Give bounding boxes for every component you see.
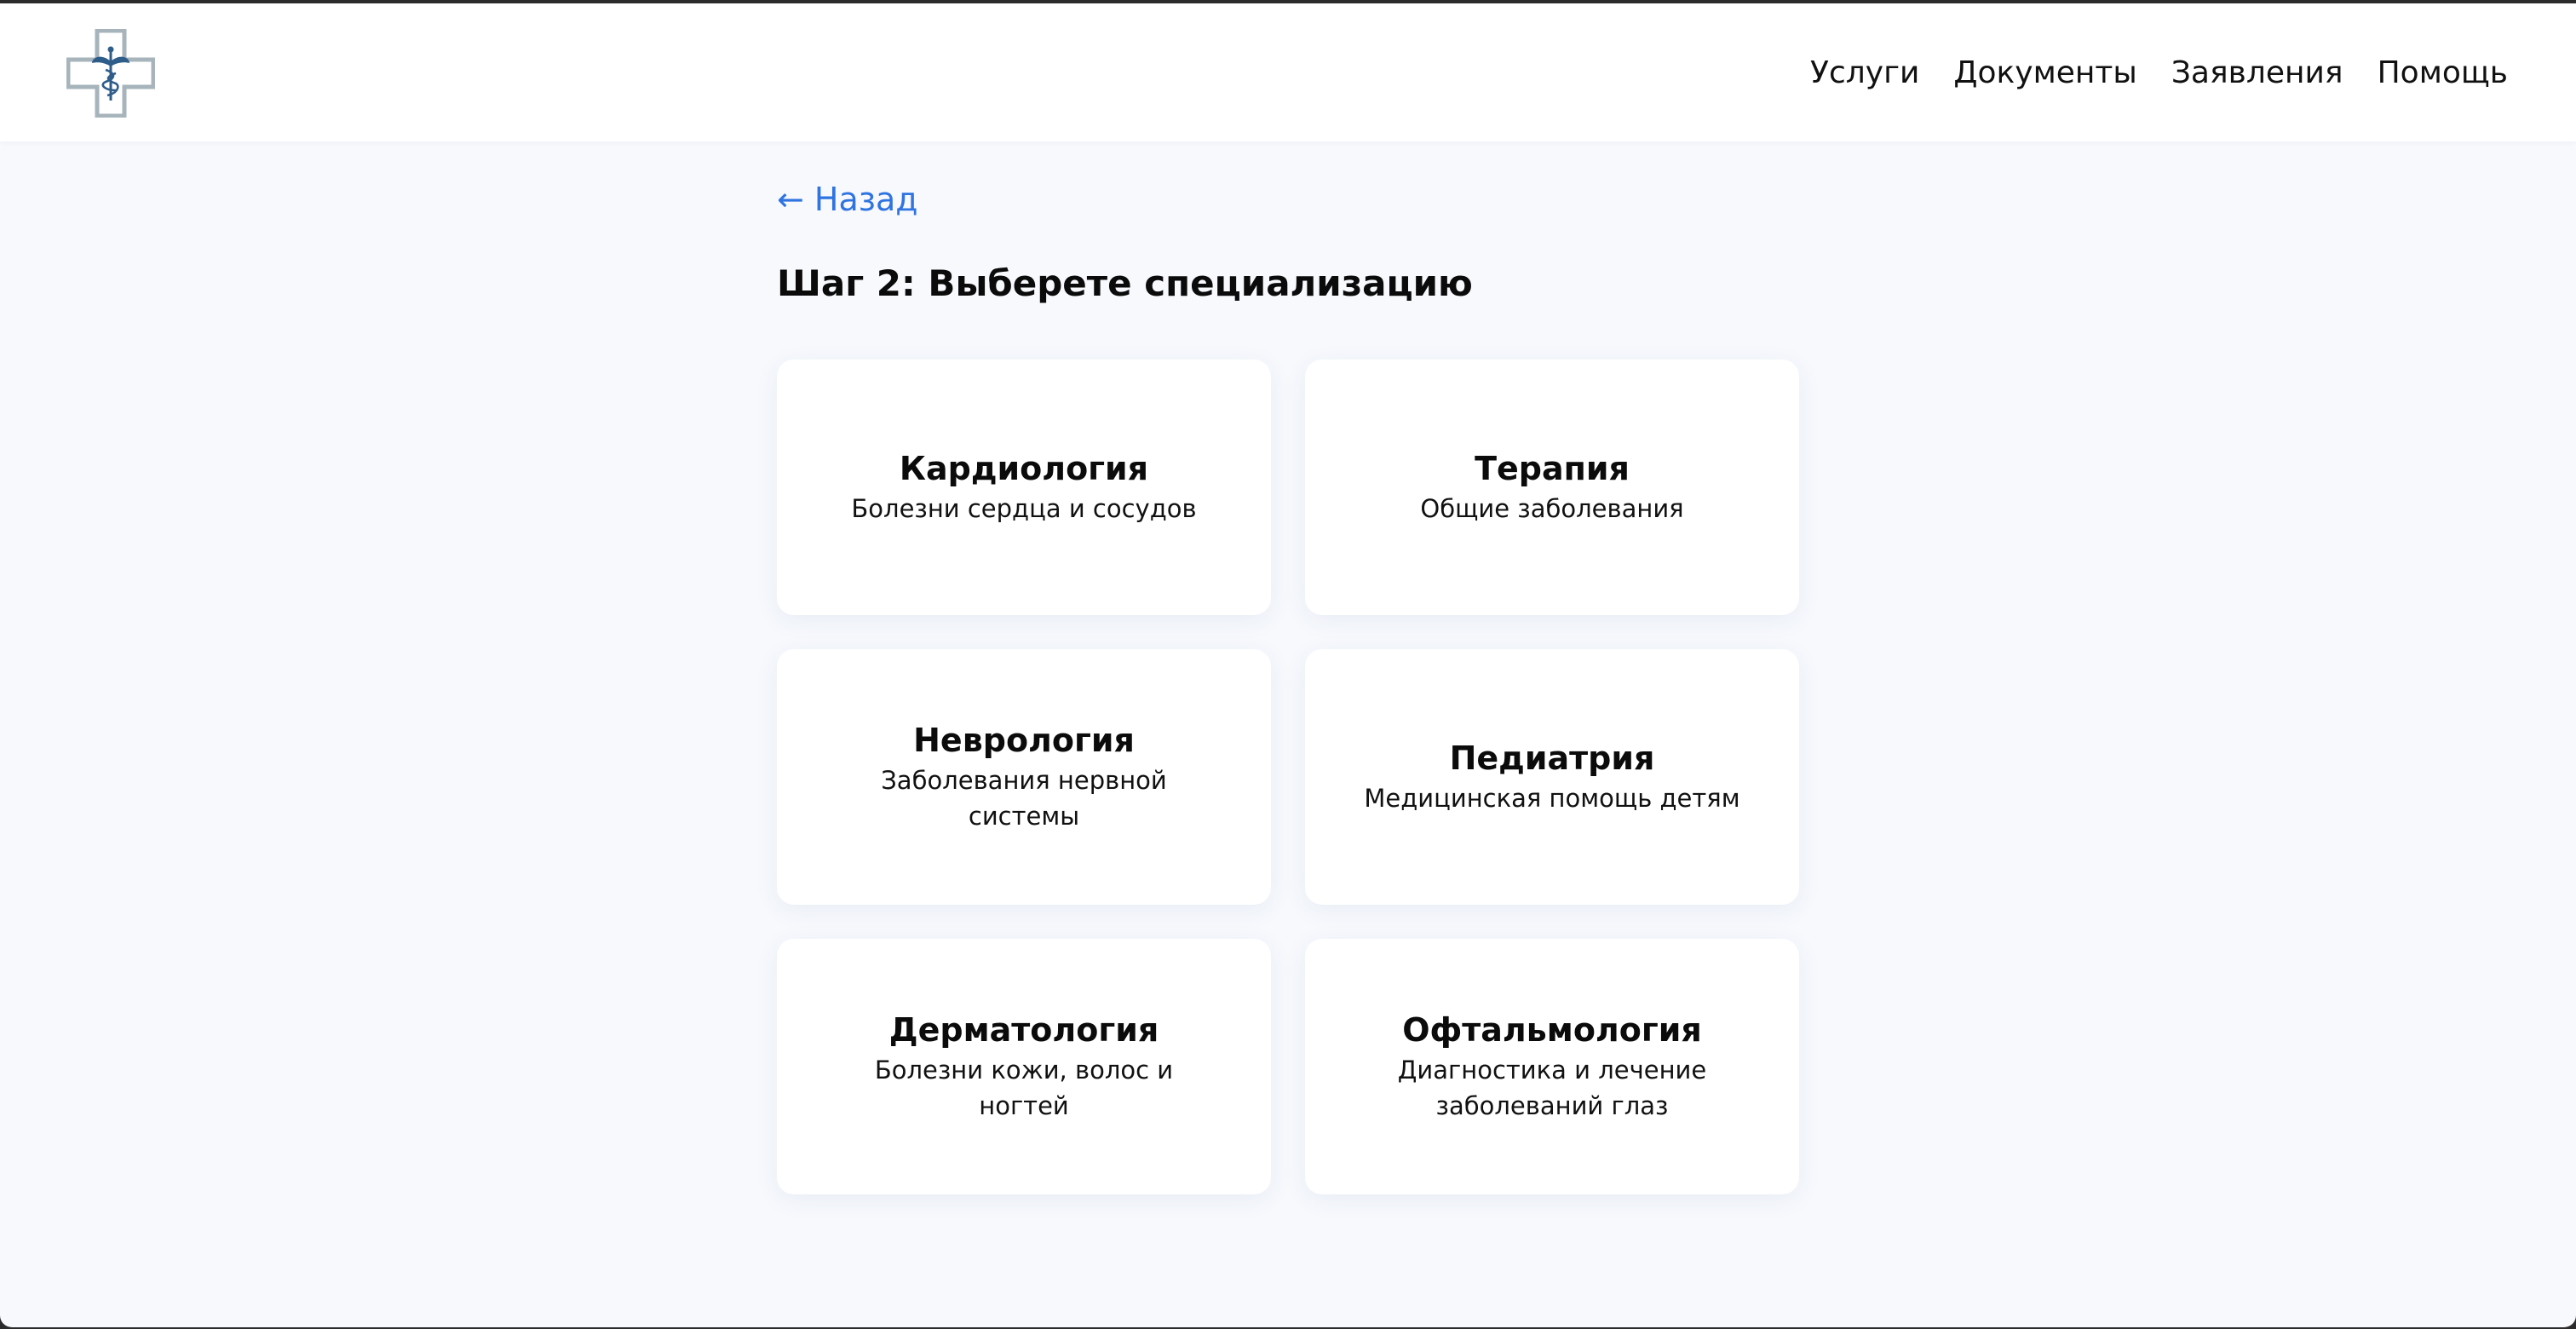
back-link[interactable]: ← Назад bbox=[777, 181, 918, 218]
specialization-grid: Кардиология Болезни сердца и сосудов Тер… bbox=[777, 360, 1799, 1194]
logo[interactable] bbox=[66, 28, 156, 118]
nav-item-applications[interactable]: Заявления bbox=[2171, 55, 2343, 90]
specialization-card-dermatology[interactable]: Дерматология Болезни кожи, волос и ногте… bbox=[777, 939, 1271, 1194]
card-description: Диагностика и лечение заболеваний глаз bbox=[1397, 1056, 1707, 1120]
card-description: Болезни кожи, волос и ногтей bbox=[874, 1056, 1174, 1120]
card-title: Кардиология bbox=[899, 450, 1149, 487]
medical-cross-caduceus-icon bbox=[66, 28, 156, 118]
card-title: Неврология bbox=[913, 722, 1135, 759]
card-title: Дерматология bbox=[888, 1011, 1159, 1049]
specialization-card-ophthalmology[interactable]: Офтальмология Диагностика и лечение забо… bbox=[1305, 939, 1799, 1194]
nav-item-documents[interactable]: Документы bbox=[1953, 55, 2136, 90]
card-title: Педиатрия bbox=[1449, 739, 1655, 777]
card-title: Терапия bbox=[1475, 450, 1630, 487]
specialization-card-neurology[interactable]: Неврология Заболевания нервной системы bbox=[777, 649, 1271, 905]
card-description: Медицинская помощь детям bbox=[1364, 784, 1740, 813]
main-nav: Услуги Документы Заявления Помощь bbox=[1810, 3, 2508, 141]
site-header: Услуги Документы Заявления Помощь bbox=[0, 3, 2576, 141]
card-description: Общие заболевания bbox=[1420, 494, 1684, 523]
specialization-card-therapy[interactable]: Терапия Общие заболевания bbox=[1305, 360, 1799, 615]
specialization-card-pediatrics[interactable]: Педиатрия Медицинская помощь детям bbox=[1305, 649, 1799, 905]
page-title: Шаг 2: Выберете специализацию bbox=[777, 262, 1473, 304]
card-description: Болезни сердца и сосудов bbox=[851, 494, 1197, 523]
specialization-card-cardiology[interactable]: Кардиология Болезни сердца и сосудов bbox=[777, 360, 1271, 615]
card-description: Заболевания нервной системы bbox=[881, 766, 1167, 831]
browser-viewport: Услуги Документы Заявления Помощь ← Наза… bbox=[0, 3, 2576, 1327]
card-title: Офтальмология bbox=[1402, 1011, 1702, 1049]
nav-item-services[interactable]: Услуги bbox=[1810, 55, 1919, 90]
nav-item-help[interactable]: Помощь bbox=[2378, 55, 2508, 90]
